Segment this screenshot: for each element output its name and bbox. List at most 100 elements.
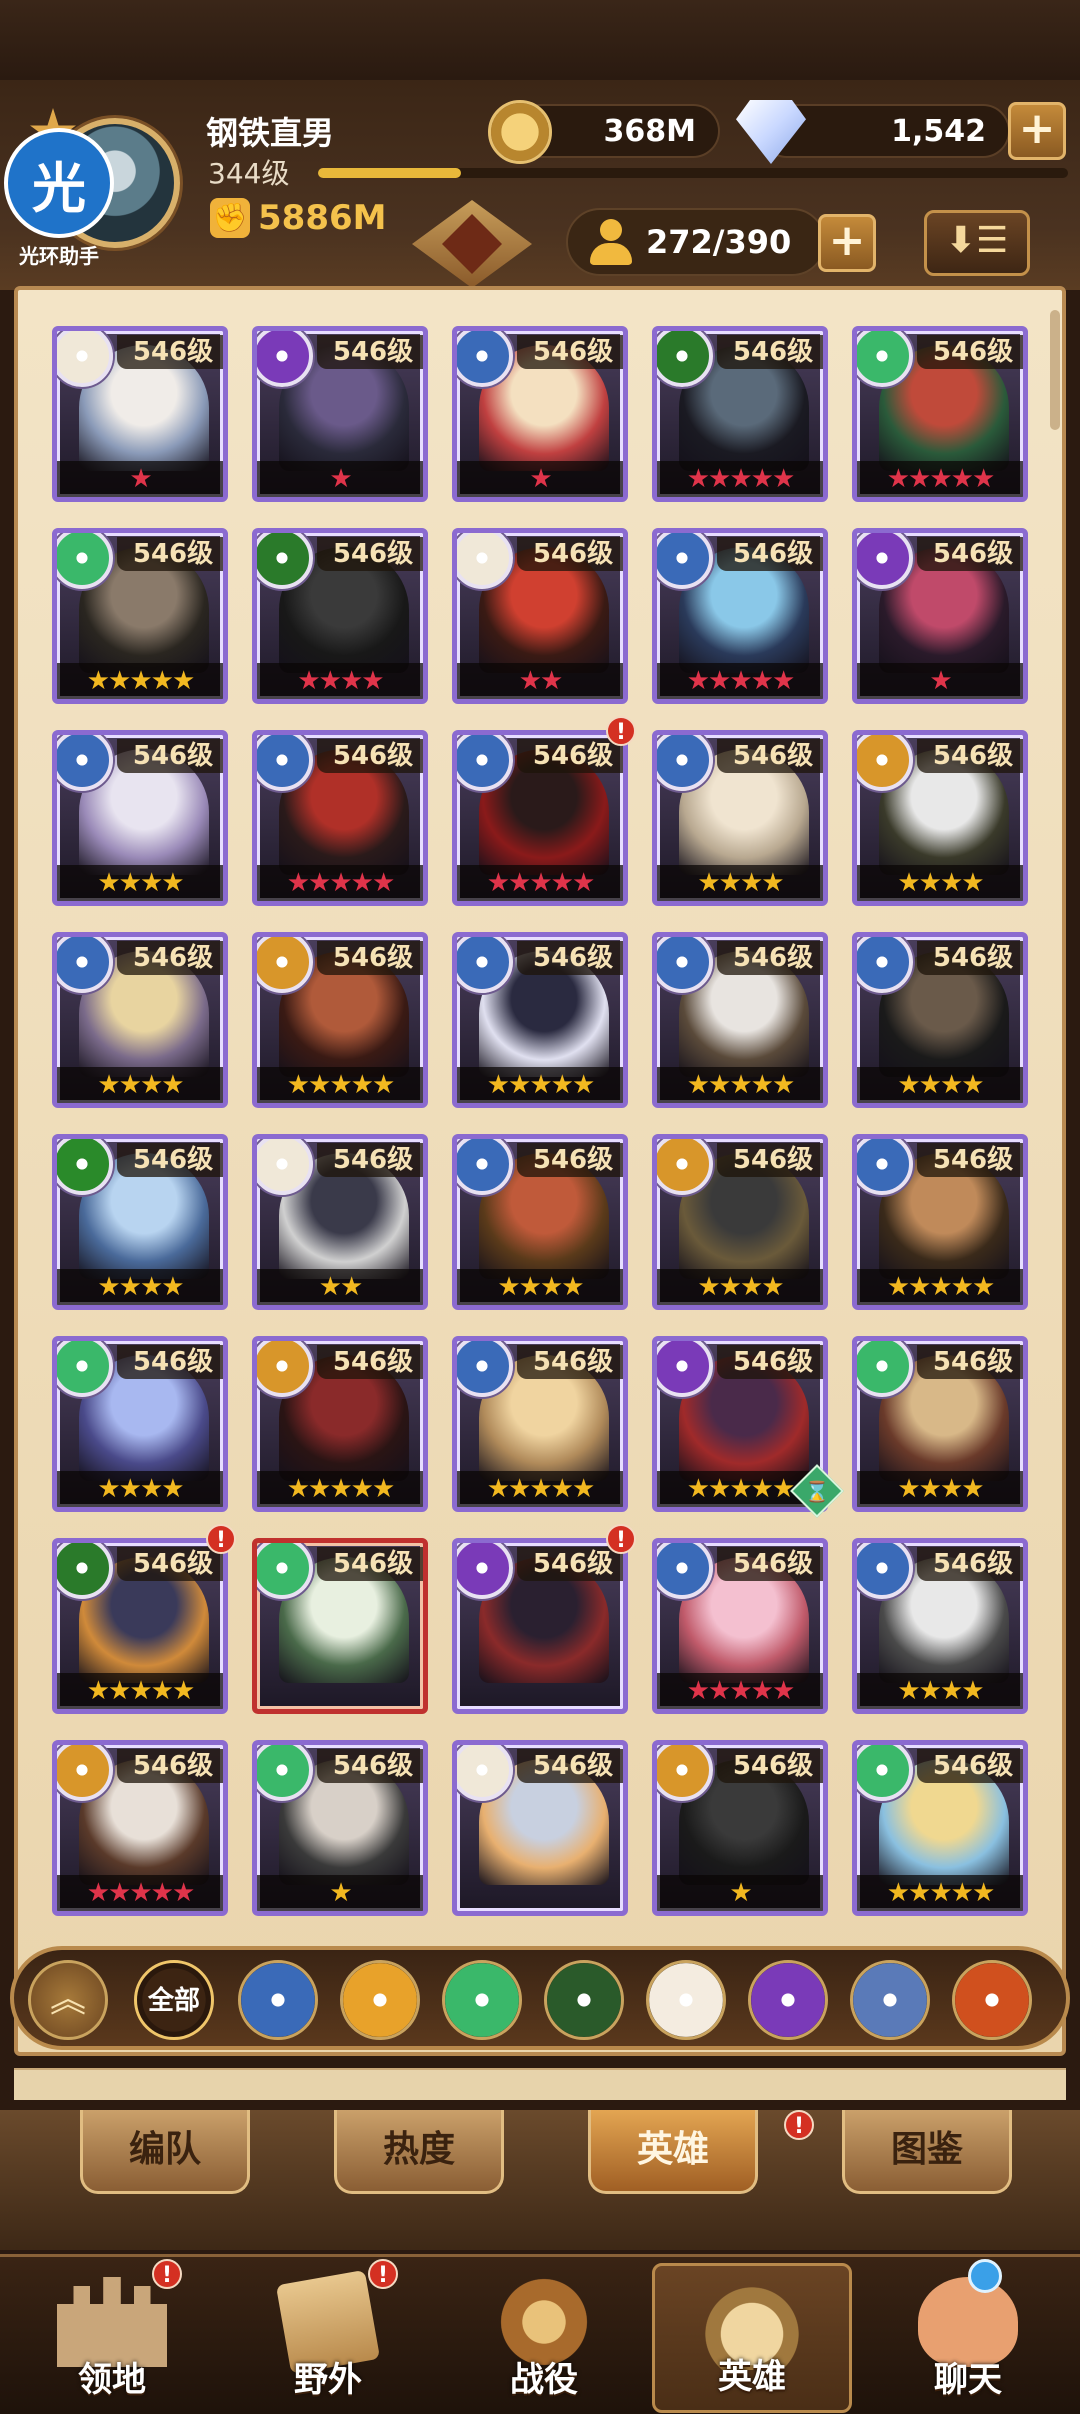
gem-amount: 1,542 [891, 113, 986, 149]
hero-level: 546级 [717, 739, 823, 773]
nav-item-0[interactable]: 领地 [12, 2263, 212, 2413]
player-name: 钢铁直男 [206, 114, 335, 152]
hero-card[interactable]: 546级 ★★★★ [652, 730, 828, 906]
gem-currency[interactable]: 1,542 [736, 100, 1010, 164]
collapse-up-button[interactable]: ︽ [28, 1960, 108, 2040]
nav-item-1[interactable]: 野外 [228, 2263, 428, 2413]
hero-card[interactable]: 546级 ★★★★ [52, 1336, 228, 1512]
hero-card[interactable]: 546级 ★★★★ [852, 1336, 1028, 1512]
hero-card[interactable]: 546级 ★★★★★ [252, 730, 428, 906]
filter-lightbearer-icon[interactable] [238, 1960, 318, 2040]
filter-fire-icon[interactable] [952, 1960, 1032, 2040]
sort-button[interactable]: ⬇☰ [924, 210, 1030, 276]
filter-all-button[interactable]: 全部 [134, 1960, 214, 2040]
filter-hypogean-icon[interactable] [748, 1960, 828, 2040]
hero-star-rating: ★★★★★ [457, 1067, 623, 1103]
hero-card[interactable]: 546级 ★★★★★ [652, 1538, 828, 1714]
hero-star-rating: ★★★★★ [657, 461, 823, 497]
filter-graveborn-icon[interactable] [544, 1960, 624, 2040]
hero-card[interactable]: 546级 ★ [252, 1740, 428, 1916]
hero-level: 546级 [317, 335, 423, 369]
hero-card[interactable]: 546级 [252, 1538, 428, 1714]
hero-star-rating: ★★★★★ [657, 1673, 823, 1709]
add-hero-slots-button[interactable]: + [818, 214, 876, 272]
hero-level: 546级 [117, 941, 223, 975]
nav-item-4[interactable]: 聊天 [868, 2263, 1068, 2413]
hero-star-rating: ★★★★★ [257, 1067, 423, 1103]
hero-card[interactable]: 546级 ★★ [252, 1134, 428, 1310]
subtab-2[interactable]: 英雄 [588, 2110, 758, 2194]
hero-level: 546级 [717, 941, 823, 975]
hero-card[interactable]: 546级 ★★★★★ [52, 1538, 228, 1714]
hero-level: 546级 [517, 1749, 623, 1783]
subtab-3[interactable]: 图鉴 [842, 2110, 1012, 2194]
hero-card[interactable]: 546级 ★★★★★ [452, 1336, 628, 1512]
nav-item-2[interactable]: 战役 [444, 2263, 644, 2413]
hero-card[interactable]: 546级 ★ [652, 1740, 828, 1916]
subtab-0[interactable]: 编队 [80, 2110, 250, 2194]
hero-card[interactable]: 546级 ★★★★ [52, 932, 228, 1108]
faction-lightbearer-icon [457, 735, 513, 791]
hero-star-rating: ★★★★★ [457, 865, 623, 901]
faction-mauler-icon [257, 937, 313, 993]
assistant-overlay[interactable]: 光 光环助手 [4, 128, 114, 278]
hero-card[interactable]: 546级 ★ [452, 326, 628, 502]
scrollbar[interactable] [1050, 310, 1060, 430]
hero-card[interactable]: 546级 ★★★★★ [852, 1740, 1028, 1916]
nav-item-3[interactable]: 英雄 [652, 2263, 852, 2413]
hero-card[interactable]: 546级 ★★★★★ [852, 326, 1028, 502]
add-gems-button[interactable]: + [1008, 102, 1066, 160]
hero-level: 546级 [517, 335, 623, 369]
hero-card[interactable]: 546级 ★★★★ [452, 1134, 628, 1310]
hero-card[interactable]: 546级 ★★★★★ [852, 1134, 1028, 1310]
hero-card[interactable]: 546级 ★★★★★ [652, 528, 828, 704]
filter-celestial-icon[interactable] [646, 1960, 726, 2040]
notification-badge: ! [152, 2259, 182, 2289]
filter-mauler-icon[interactable] [340, 1960, 420, 2040]
hero-capacity: 272/390 [566, 208, 826, 276]
notification-badge: ! [368, 2259, 398, 2289]
hero-card[interactable]: 546级 ★★★★★ [52, 1740, 228, 1916]
hero-level: 546级 [717, 1143, 823, 1177]
hero-star-rating: ★ [57, 461, 223, 497]
gold-currency[interactable]: 368M [488, 100, 720, 164]
hero-card[interactable]: 546级 ★★★★ [852, 730, 1028, 906]
hero-star-rating: ★ [257, 461, 423, 497]
subtab-1[interactable]: 热度 [334, 2110, 504, 2194]
faction-wilder-icon [857, 1341, 913, 1397]
hero-card[interactable]: 546级 ★★★★★ [452, 730, 628, 906]
hero-card[interactable]: 546级 ★★ [452, 528, 628, 704]
hero-level: 546级 [917, 537, 1023, 571]
fist-icon: ✊ [210, 198, 250, 238]
faction-lightbearer-icon [457, 331, 513, 387]
hero-card[interactable]: 546级 ★★★★ [652, 1134, 828, 1310]
hero-card[interactable]: 546级 ★★★★★ [652, 326, 828, 502]
hero-card[interactable]: 546级 ★★★★★ [252, 932, 428, 1108]
hero-level: 546级 [517, 1143, 623, 1177]
hero-card[interactable]: 546级 ★★★★ [852, 932, 1028, 1108]
hero-card[interactable]: 546级 [452, 1740, 628, 1916]
hero-card[interactable]: 546级 ★★★★★ [652, 932, 828, 1108]
hero-card[interactable]: 546级 ★★★★★ [52, 528, 228, 704]
hero-card[interactable]: 546级 ★★★★★ [452, 932, 628, 1108]
player-level: 344级 [208, 157, 290, 190]
hero-card[interactable]: 546级 ★★★★ [852, 1538, 1028, 1714]
hero-card[interactable]: 546级 ★ [252, 326, 428, 502]
hero-level: 546级 [317, 1345, 423, 1379]
filter-dimensional-icon[interactable] [850, 1960, 930, 2040]
hero-capacity-value: 272/390 [646, 223, 792, 261]
hero-star-rating: ★★★★★ [857, 1269, 1023, 1305]
faction-lightbearer-icon [57, 735, 113, 791]
hero-card[interactable]: 546级 ★ [52, 326, 228, 502]
nav-label: 野外 [294, 2360, 362, 2400]
faction-lightbearer-icon [857, 1543, 913, 1599]
hero-card[interactable]: 546级 ★★★★★ [252, 1336, 428, 1512]
faction-graveborn-icon [657, 331, 713, 387]
filter-wilder-icon[interactable] [442, 1960, 522, 2040]
hero-card[interactable]: 546级 [452, 1538, 628, 1714]
hero-star-rating: ★★★★ [857, 1673, 1023, 1709]
hero-card[interactable]: 546级 ★★★★ [252, 528, 428, 704]
hero-card[interactable]: 546级 ★★★★ [52, 730, 228, 906]
hero-card[interactable]: 546级 ★★★★ [52, 1134, 228, 1310]
hero-card[interactable]: 546级 ★ [852, 528, 1028, 704]
